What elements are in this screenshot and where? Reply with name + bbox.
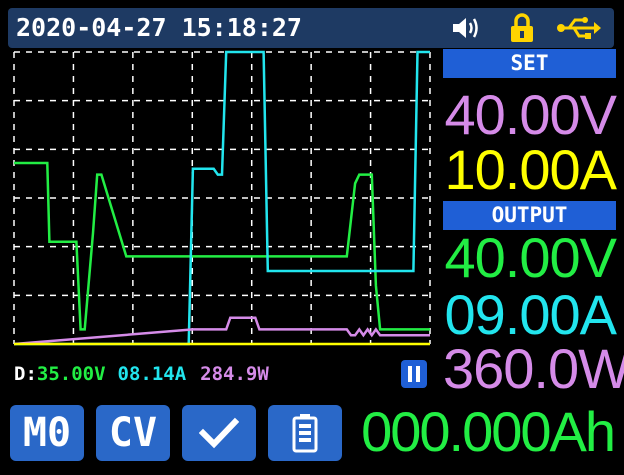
status-bar: 2020-04-27 15:18:27 [8, 8, 614, 48]
readout-label: D: [14, 363, 37, 385]
pause-icon [416, 366, 420, 382]
power-supply-screen: 2020-04-27 15:18:27 SET 40.00V 10.00A OU… [0, 0, 624, 475]
series-line-2 [13, 316, 430, 346]
battery-button[interactable] [268, 405, 342, 461]
speaker-icon[interactable] [448, 12, 484, 44]
output-voltage: 40.00V [444, 226, 618, 289]
readout-current: 08.14A [117, 363, 187, 385]
datetime: 2020-04-27 15:18:27 [16, 13, 302, 42]
readout-voltage: 35.00V [36, 363, 106, 385]
memory-button[interactable]: M0 [10, 405, 84, 461]
pause-icon [408, 366, 412, 382]
capacity-readout: 000.000Ah [361, 400, 616, 463]
confirm-button[interactable] [182, 405, 256, 461]
readout-power: 284.9W [200, 363, 269, 385]
set-header: SET [443, 49, 616, 78]
check-icon [199, 417, 239, 449]
pause-button[interactable] [401, 360, 427, 388]
mode-button[interactable]: CV [96, 405, 170, 461]
usb-icon [554, 12, 604, 44]
output-current: 09.00A [444, 283, 618, 346]
chart-readout: D:35.00V 08.14A 284.9W [14, 362, 269, 386]
lock-icon[interactable] [506, 12, 538, 44]
output-power: 360.0W [443, 337, 624, 400]
battery-icon [292, 414, 318, 453]
set-voltage[interactable]: 40.00V [443, 87, 618, 143]
waveform-chart [12, 50, 432, 352]
set-current[interactable]: 10.00A [443, 142, 618, 198]
